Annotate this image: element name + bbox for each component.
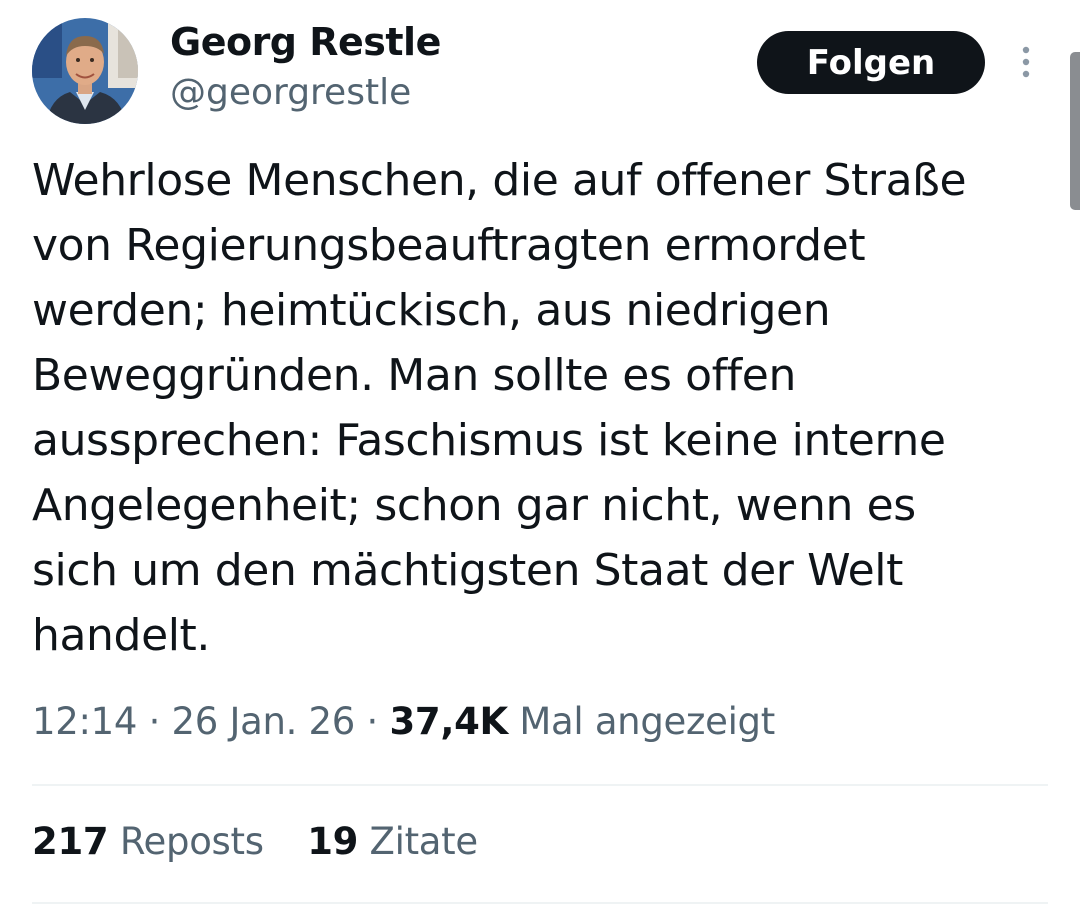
avatar[interactable] xyxy=(32,18,138,124)
reposts-count: 217 xyxy=(32,820,109,863)
tweet-time[interactable]: 12:14 xyxy=(32,700,137,743)
divider xyxy=(32,902,1048,904)
avatar-photo xyxy=(32,18,138,124)
tweet-text-line: von Regierungsbeauftragten ermordet xyxy=(32,220,866,271)
tweet-text-line: werden; heimtückisch, aus niedrigen xyxy=(32,285,831,336)
tweet-text-line: Beweggründen. Man sollte es offen xyxy=(32,350,796,401)
tweet-text-line: handelt. xyxy=(32,610,210,661)
reposts-stat[interactable]: 217 Reposts xyxy=(32,820,264,863)
quotes-stat[interactable]: 19 Zitate xyxy=(307,820,478,863)
views-label: Mal angezeigt xyxy=(519,700,775,743)
tweet-text: Wehrlose Menschen, die auf offener Straß… xyxy=(32,148,1062,668)
follow-button[interactable]: Folgen xyxy=(757,31,985,94)
meta-separator: · xyxy=(148,700,161,743)
tweet-stats: 217 Reposts 19 Zitate xyxy=(32,820,510,863)
scrollbar-thumb[interactable] xyxy=(1070,52,1080,210)
divider xyxy=(32,784,1048,786)
tweet-meta: 12:14 · 26 Jan. 26 · 37,4K Mal angezeigt xyxy=(32,700,775,743)
quotes-label: Zitate xyxy=(369,820,479,863)
meta-separator: · xyxy=(366,700,379,743)
tweet-date[interactable]: 26 Jan. 26 xyxy=(172,700,356,743)
author-handle[interactable]: @georgrestle xyxy=(170,72,411,113)
tweet-text-line: Wehrlose Menschen, die auf offener Straß… xyxy=(32,155,967,206)
reposts-label: Reposts xyxy=(119,820,264,863)
author-display-name[interactable]: Georg Restle xyxy=(170,20,441,64)
tweet-text-line: sich um den mächtigsten Staat der Welt xyxy=(32,545,903,596)
quotes-count: 19 xyxy=(307,820,359,863)
views-count: 37,4K xyxy=(389,700,508,743)
tweet-text-line: Angelegenheit; schon gar nicht, wenn es xyxy=(32,480,916,531)
more-vertical-icon[interactable] xyxy=(1014,44,1038,84)
tweet-text-line: aussprechen: Faschismus ist keine intern… xyxy=(32,415,946,466)
